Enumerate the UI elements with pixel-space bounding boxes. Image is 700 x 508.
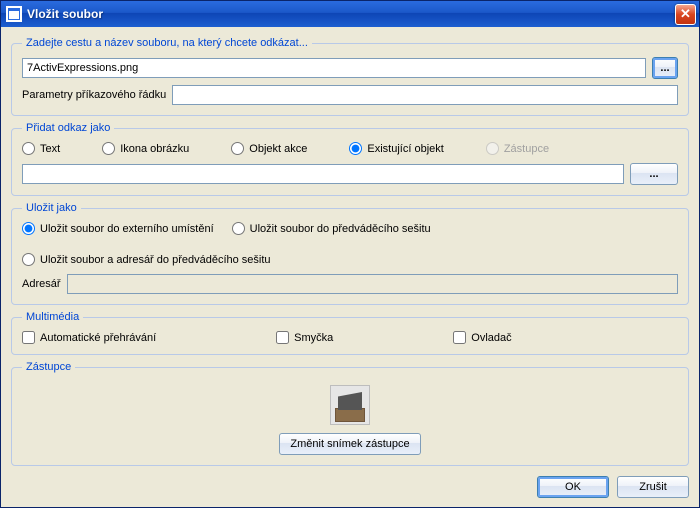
check-controller[interactable]: Ovladač: [453, 331, 511, 344]
titlebar: Vložit soubor ✕: [1, 1, 699, 27]
legend-placeholder: Zástupce: [22, 361, 75, 373]
directory-label: Adresář: [22, 278, 61, 290]
radio-placeholder-input: [486, 142, 499, 155]
radio-save-flipchart-input[interactable]: [232, 222, 245, 235]
placeholder-thumbnail: [330, 385, 370, 425]
radio-save-flipchart[interactable]: Uložit soubor do předváděcího sešitu: [232, 222, 431, 235]
fieldset-save-as: Uložit jako Uložit soubor do externího u…: [11, 202, 689, 305]
fieldset-path: Zadejte cestu a název souboru, na který …: [11, 37, 689, 116]
app-icon: [6, 6, 22, 22]
check-autoplay-input[interactable]: [22, 331, 35, 344]
radio-save-both-label: Uložit soubor a adresář do předváděcího …: [40, 254, 271, 266]
legend-link-as: Přidat odkaz jako: [22, 122, 114, 134]
radio-save-external[interactable]: Uložit soubor do externího umístění: [22, 222, 214, 235]
fieldset-link-as: Přidat odkaz jako Text Ikona obrázku Obj…: [11, 122, 689, 196]
file-path-input[interactable]: [22, 58, 646, 78]
radio-placeholder: Zástupce: [486, 142, 549, 155]
fieldset-multimedia: Multimédia Automatické přehrávání Smyčka…: [11, 311, 689, 355]
radio-save-both-input[interactable]: [22, 253, 35, 266]
close-button[interactable]: ✕: [675, 4, 696, 25]
legend-path: Zadejte cestu a název souboru, na který …: [22, 37, 312, 49]
radio-save-flipchart-label: Uložit soubor do předváděcího sešitu: [250, 223, 431, 235]
dialog-footer: OK Zrušit: [11, 472, 689, 498]
radio-action-label: Objekt akce: [249, 143, 307, 155]
params-label: Parametry příkazového řádku: [22, 89, 166, 101]
radio-save-external-input[interactable]: [22, 222, 35, 235]
dialog-content: Zadejte cestu a název souboru, na který …: [1, 27, 699, 507]
change-placeholder-button[interactable]: Změnit snímek zástupce: [279, 433, 420, 455]
radio-icon-label: Ikona obrázku: [120, 143, 189, 155]
browse-link-button[interactable]: ...: [630, 163, 678, 185]
check-controller-input[interactable]: [453, 331, 466, 344]
radio-action[interactable]: Objekt akce: [231, 142, 307, 155]
browse-file-button[interactable]: ...: [652, 57, 678, 79]
ok-button[interactable]: OK: [537, 476, 609, 498]
radio-save-external-label: Uložit soubor do externího umístění: [40, 223, 214, 235]
check-autoplay[interactable]: Automatické přehrávání: [22, 331, 156, 344]
clapper-icon: [338, 392, 362, 410]
radio-text-input[interactable]: [22, 142, 35, 155]
check-loop-label: Smyčka: [294, 332, 333, 344]
check-loop-input[interactable]: [276, 331, 289, 344]
check-controller-label: Ovladač: [471, 332, 511, 344]
radio-icon[interactable]: Ikona obrázku: [102, 142, 189, 155]
radio-text-label: Text: [40, 143, 60, 155]
check-autoplay-label: Automatické přehrávání: [40, 332, 156, 344]
directory-input: [67, 274, 678, 294]
radio-existing-label: Existující objekt: [367, 143, 443, 155]
cancel-button[interactable]: Zrušit: [617, 476, 689, 498]
radio-text[interactable]: Text: [22, 142, 60, 155]
radio-icon-input[interactable]: [102, 142, 115, 155]
check-loop[interactable]: Smyčka: [276, 331, 333, 344]
legend-save-as: Uložit jako: [22, 202, 81, 214]
dialog-window: Vložit soubor ✕ Zadejte cestu a název so…: [0, 0, 700, 508]
radio-placeholder-label: Zástupce: [504, 143, 549, 155]
radio-existing[interactable]: Existující objekt: [349, 142, 443, 155]
radio-save-both[interactable]: Uložit soubor a adresář do předváděcího …: [22, 253, 271, 266]
box-icon: [335, 408, 365, 422]
legend-multimedia: Multimédia: [22, 311, 83, 323]
close-icon: ✕: [680, 6, 691, 22]
fieldset-placeholder: Zástupce Změnit snímek zástupce: [11, 361, 689, 466]
radio-action-input[interactable]: [231, 142, 244, 155]
link-target-input[interactable]: [22, 164, 624, 184]
radio-existing-input[interactable]: [349, 142, 362, 155]
window-title: Vložit soubor: [27, 7, 675, 21]
params-input[interactable]: [172, 85, 678, 105]
